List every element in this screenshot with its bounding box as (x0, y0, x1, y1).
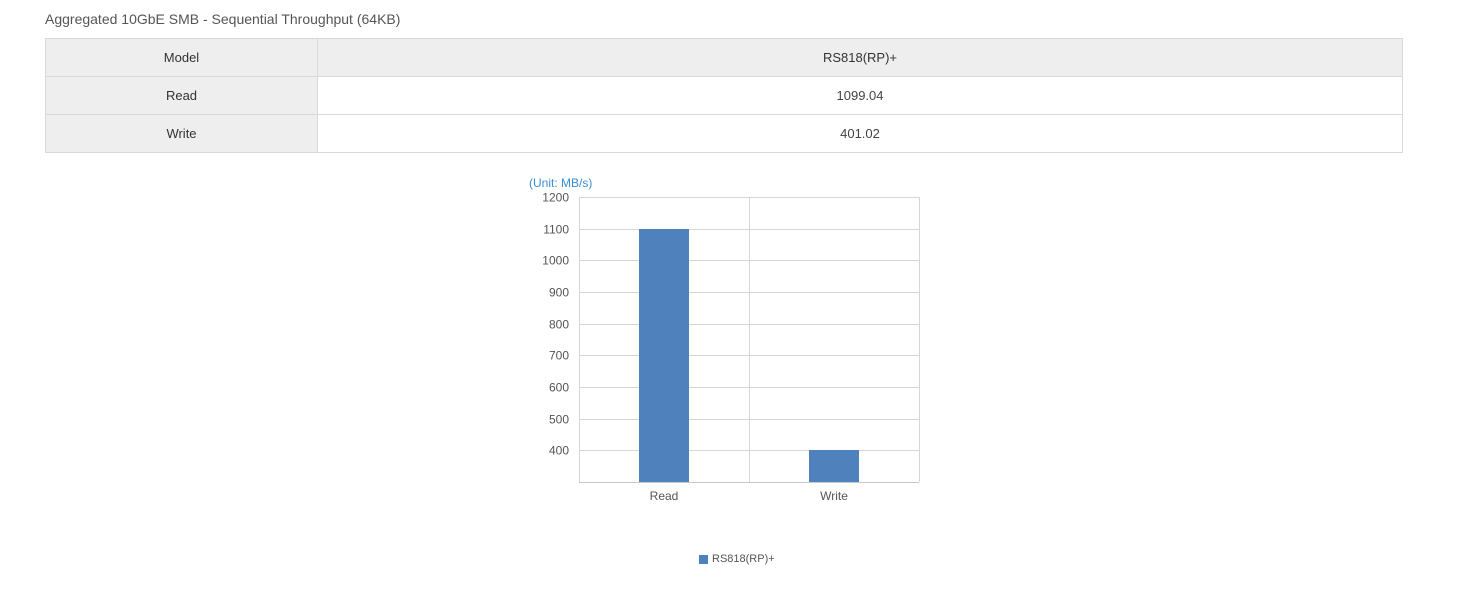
table-row-label: Read (45, 76, 318, 115)
y-tick-label: 900 (549, 286, 569, 300)
x-tick-label: Write (820, 489, 848, 503)
table-row-value: 1099.04 (317, 76, 1403, 115)
y-tick-label: 500 (549, 413, 569, 427)
bar (809, 450, 859, 482)
table-row-label: Write (45, 114, 318, 153)
legend-swatch (699, 554, 708, 564)
table-header-row: Model RS818(RP)+ (45, 38, 1403, 77)
y-tick-label: 600 (549, 381, 569, 395)
bar (639, 228, 689, 482)
y-tick-label: 700 (549, 349, 569, 363)
legend-label: RS818(RP)+ (712, 553, 775, 565)
performance-table: Model RS818(RP)+ Read 1099.04 Write 401.… (45, 38, 1403, 153)
table-row: Read 1099.04 (45, 76, 1403, 115)
unit-label: (Unit: MB/s) (529, 176, 593, 190)
page-title: Aggregated 10GbE SMB - Sequential Throug… (45, 11, 401, 27)
table-row-value: 401.02 (317, 114, 1403, 153)
table-header-value: RS818(RP)+ (317, 38, 1403, 77)
y-tick-label: 800 (549, 318, 569, 332)
chart-legend[interactable]: RS818(RP)+ (699, 553, 775, 565)
x-tick-label: Read (650, 489, 679, 503)
y-tick-label: 400 (549, 444, 569, 458)
y-tick-label: 1100 (543, 223, 569, 237)
y-tick-label: 1000 (542, 254, 569, 268)
table-header-label: Model (45, 38, 318, 77)
table-row: Write 401.02 (45, 114, 1403, 153)
y-tick-label: 1200 (542, 191, 569, 205)
